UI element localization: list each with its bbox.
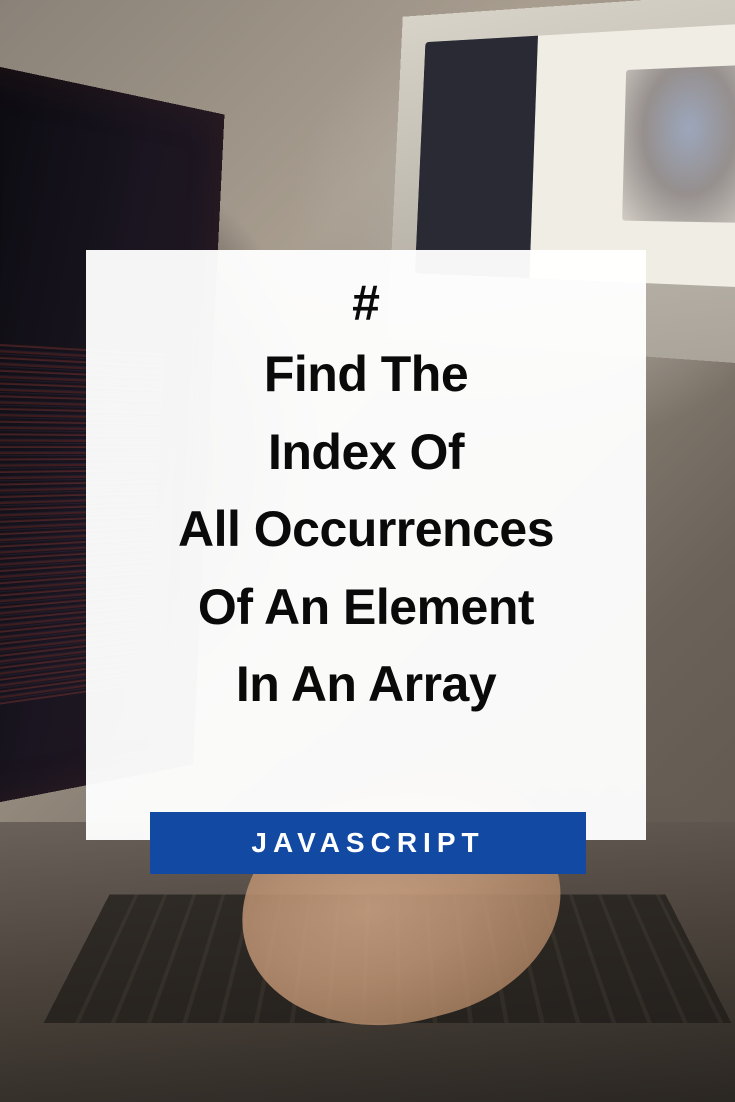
title-line: In An Array [236,656,496,712]
title-card: # Find The Index Of All Occurrences Of A… [86,250,646,840]
title-line: All Occurrences [178,501,554,557]
category-badge: JAVASCRIPT [150,812,586,874]
title-line: Index Of [268,424,464,480]
article-title: Find The Index Of All Occurrences Of An … [148,336,584,724]
title-line: Of An Element [198,579,534,635]
title-line: Find The [264,346,468,402]
hash-icon: # [352,278,380,328]
category-label: JAVASCRIPT [251,827,484,859]
